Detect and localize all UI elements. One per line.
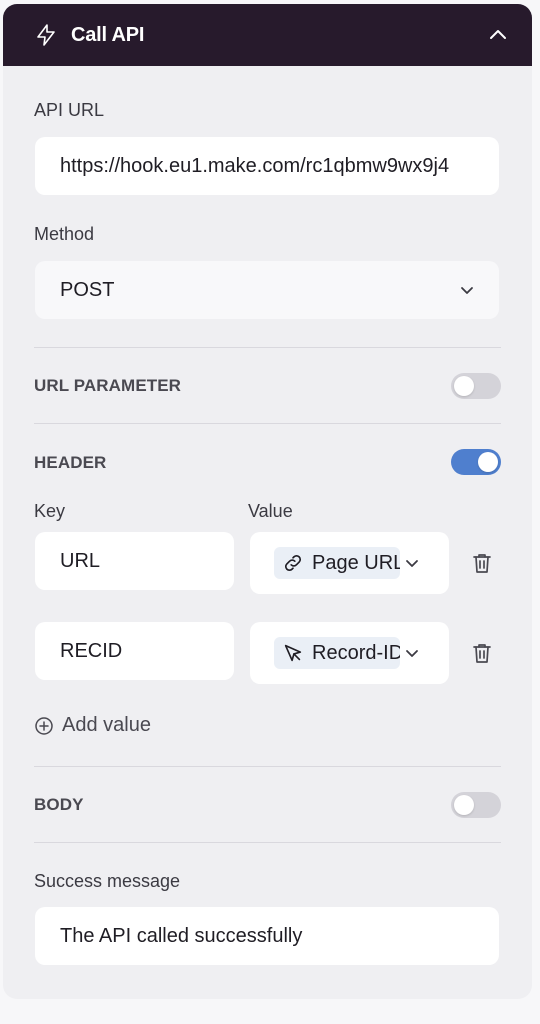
trash-icon[interactable] (470, 551, 494, 575)
method-label: Method (34, 224, 95, 244)
body-section-label: BODY (34, 795, 84, 814)
success-message-label: Success message (34, 871, 181, 891)
key-column-label: Key (34, 501, 66, 521)
url-parameter-label: URL PARAMETER (34, 376, 182, 395)
add-value-label: Add value (62, 714, 151, 736)
chevron-down-icon (457, 280, 477, 300)
panel-header[interactable]: Call API (3, 4, 532, 66)
chevron-up-icon[interactable] (486, 23, 510, 47)
method-select[interactable]: POST (35, 261, 499, 319)
toggle-knob (454, 376, 474, 396)
divider (34, 842, 501, 843)
header-key-value: URL (60, 549, 101, 572)
header-key-value: RECID (60, 639, 123, 662)
value-column-label: Value (248, 501, 293, 521)
value-chip-label: Record-ID (312, 641, 400, 664)
api-url-input[interactable]: https://hook.eu1.make.com/rc1qbmw9wx9j4 (35, 137, 499, 195)
success-message-value: The API called successfully (60, 924, 303, 947)
success-message-input[interactable]: The API called successfully (35, 907, 499, 965)
bolt-icon (34, 23, 58, 47)
trash-icon[interactable] (470, 641, 494, 665)
api-url-value: https://hook.eu1.make.com/rc1qbmw9wx9j4 (60, 154, 450, 177)
url-parameter-toggle[interactable] (451, 373, 501, 399)
toggle-knob (478, 452, 498, 472)
call-api-panel: Call API API URL https://hook.eu1.make.c… (3, 4, 532, 999)
header-key-input[interactable]: URL (35, 532, 234, 590)
add-value-button[interactable]: Add value (34, 714, 151, 737)
method-value: POST (60, 278, 115, 301)
api-url-label: API URL (34, 100, 105, 120)
header-key-input[interactable]: RECID (35, 622, 234, 680)
header-section-label: HEADER (34, 453, 107, 472)
value-chip: Page URL (274, 547, 400, 579)
divider (34, 766, 501, 767)
header-value-select[interactable]: Page URL (250, 532, 449, 594)
divider (34, 347, 501, 348)
toggle-knob (454, 795, 474, 815)
plus-circle-icon (34, 716, 54, 736)
chevron-down-icon (402, 553, 422, 573)
value-chip: Record-ID (274, 637, 400, 669)
value-chip-label: Page URL (312, 551, 400, 574)
divider (34, 423, 501, 424)
panel-title: Call API (71, 23, 145, 46)
cursor-icon (282, 642, 304, 664)
header-value-select[interactable]: Record-ID (250, 622, 449, 684)
link-icon (282, 552, 304, 574)
body-toggle[interactable] (451, 792, 501, 818)
header-toggle[interactable] (451, 449, 501, 475)
chevron-down-icon (402, 643, 422, 663)
